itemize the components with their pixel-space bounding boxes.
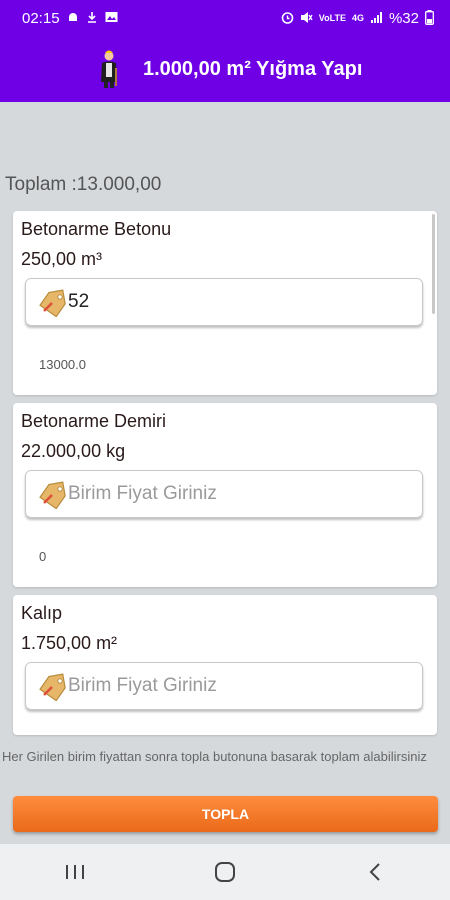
item-name: Betonarme Betonu <box>21 219 172 239</box>
item-card-betonarme-betonu: Betonarme Betonu 250,00 m³ 13000.0 <box>13 211 437 395</box>
recents-icon <box>66 865 84 879</box>
item-card-kalip: Kalıp 1.750,00 m² <box>13 595 437 735</box>
item-quantity: 22.000,00 kg <box>21 441 126 461</box>
status-bar: 02:15 VoLTE 4G %32 <box>0 0 450 36</box>
download-icon <box>86 11 98 25</box>
recents-button[interactable] <box>45 852 105 892</box>
total-label: Toplam :13.000,00 <box>5 174 162 195</box>
worker-icon <box>101 50 117 88</box>
item-name: Betonarme Demiri <box>21 411 167 431</box>
unit-price-field[interactable] <box>25 278 423 326</box>
item-result: 0 <box>39 549 47 564</box>
alarm-icon <box>281 11 294 26</box>
app-bar: 1.000,00 m² Yığma Yapı <box>0 36 450 102</box>
volte-icon: VoLTE <box>318 12 346 23</box>
back-button[interactable] <box>345 852 405 892</box>
home-button[interactable] <box>195 852 255 892</box>
item-quantity: 1.750,00 m² <box>21 633 118 653</box>
unit-price-input[interactable] <box>68 279 408 325</box>
topla-button[interactable]: TOPLA <box>13 796 438 832</box>
unit-price-input[interactable] <box>68 663 408 709</box>
status-time: 02:15 <box>22 9 60 27</box>
item-card-betonarme-demiri: Betonarme Demiri 22.000,00 kg 0 <box>13 403 437 587</box>
battery-icon <box>425 9 434 27</box>
item-quantity: 250,00 m³ <box>21 249 103 269</box>
unit-price-input[interactable] <box>68 471 408 517</box>
4g-icon: 4G <box>351 12 364 23</box>
price-tag-icon <box>39 289 66 317</box>
signal-icon <box>370 11 383 26</box>
unit-price-field[interactable] <box>25 662 423 710</box>
navigation-bar <box>0 844 450 900</box>
back-icon <box>369 863 380 881</box>
home-icon <box>215 862 235 882</box>
page-title: 1.000,00 m² Yığma Yapı <box>143 58 363 80</box>
item-name: Kalıp <box>21 603 63 623</box>
price-tag-icon <box>39 481 66 509</box>
unit-price-field[interactable] <box>25 470 423 518</box>
battery-percent: %32 <box>388 9 419 27</box>
mute-icon <box>300 11 313 26</box>
list-scrollbar[interactable] <box>432 214 435 314</box>
gallery-icon <box>105 11 118 25</box>
android-icon <box>67 11 79 25</box>
item-result: 13000.0 <box>39 357 86 372</box>
price-tag-icon <box>39 673 66 701</box>
hint-text: Her Girilen birim fiyattan sonra topla b… <box>2 749 427 764</box>
